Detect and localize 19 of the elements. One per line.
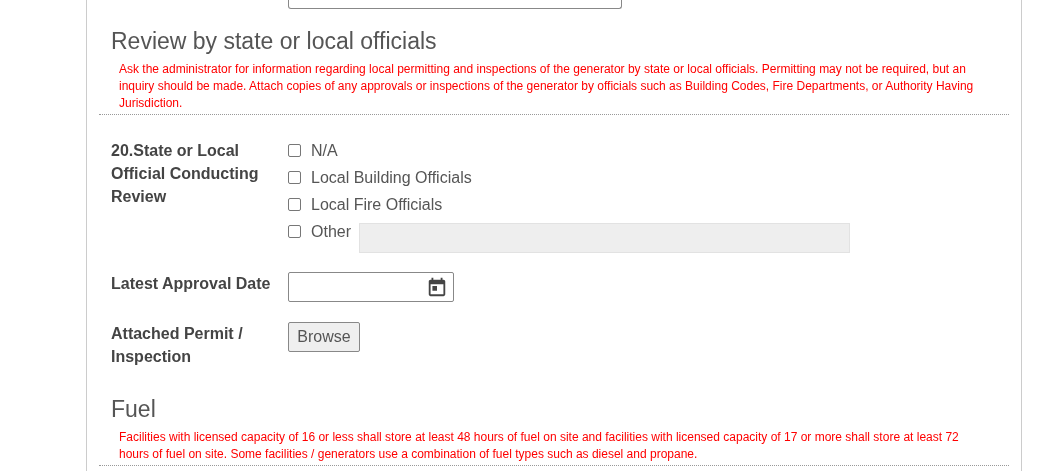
- field-label: Attached Permit / Inspection: [111, 324, 244, 367]
- option-label: N/A: [311, 140, 338, 161]
- text-field[interactable]: [288, 0, 622, 9]
- instruction-note: Facilities with licensed capacity of 16 or less shall store at least 48 hours of fuel on site and facilities with licensed capacity of 17 or more shall store at least 72 hours of fuel on site. Some facilities / generators use a combination of fuel types such as diesel and propane.: [119, 429, 960, 463]
- field-label: Latest Approval Date: [111, 274, 272, 294]
- checkbox[interactable]: [288, 171, 301, 184]
- calendar-icon: [426, 276, 448, 298]
- option-label: Local Building Officials: [311, 167, 472, 188]
- checkbox[interactable]: [288, 144, 301, 157]
- section-heading: Review by state or local officials: [111, 27, 438, 55]
- option-label: Local Fire Officials: [311, 194, 443, 215]
- checkbox[interactable]: [288, 225, 301, 238]
- section-heading: Fuel: [111, 395, 157, 423]
- browse-button[interactable]: Browse: [288, 322, 360, 352]
- field-label: 20.State or Local Official Conducting Review: [111, 141, 260, 207]
- option-label: Other: [311, 222, 351, 242]
- instruction-note: Ask the administrator for information regarding local permitting and inspections of the generator by state or local officials. Permitting may not be required, but an inquiry should be made. Attach copies of any approvals or inspections of the generator by officials such as Building Codes, Fire Departments, or Authority Having Jurisdiction.: [119, 61, 975, 112]
- date-field[interactable]: [288, 272, 454, 302]
- checkbox[interactable]: [288, 198, 301, 211]
